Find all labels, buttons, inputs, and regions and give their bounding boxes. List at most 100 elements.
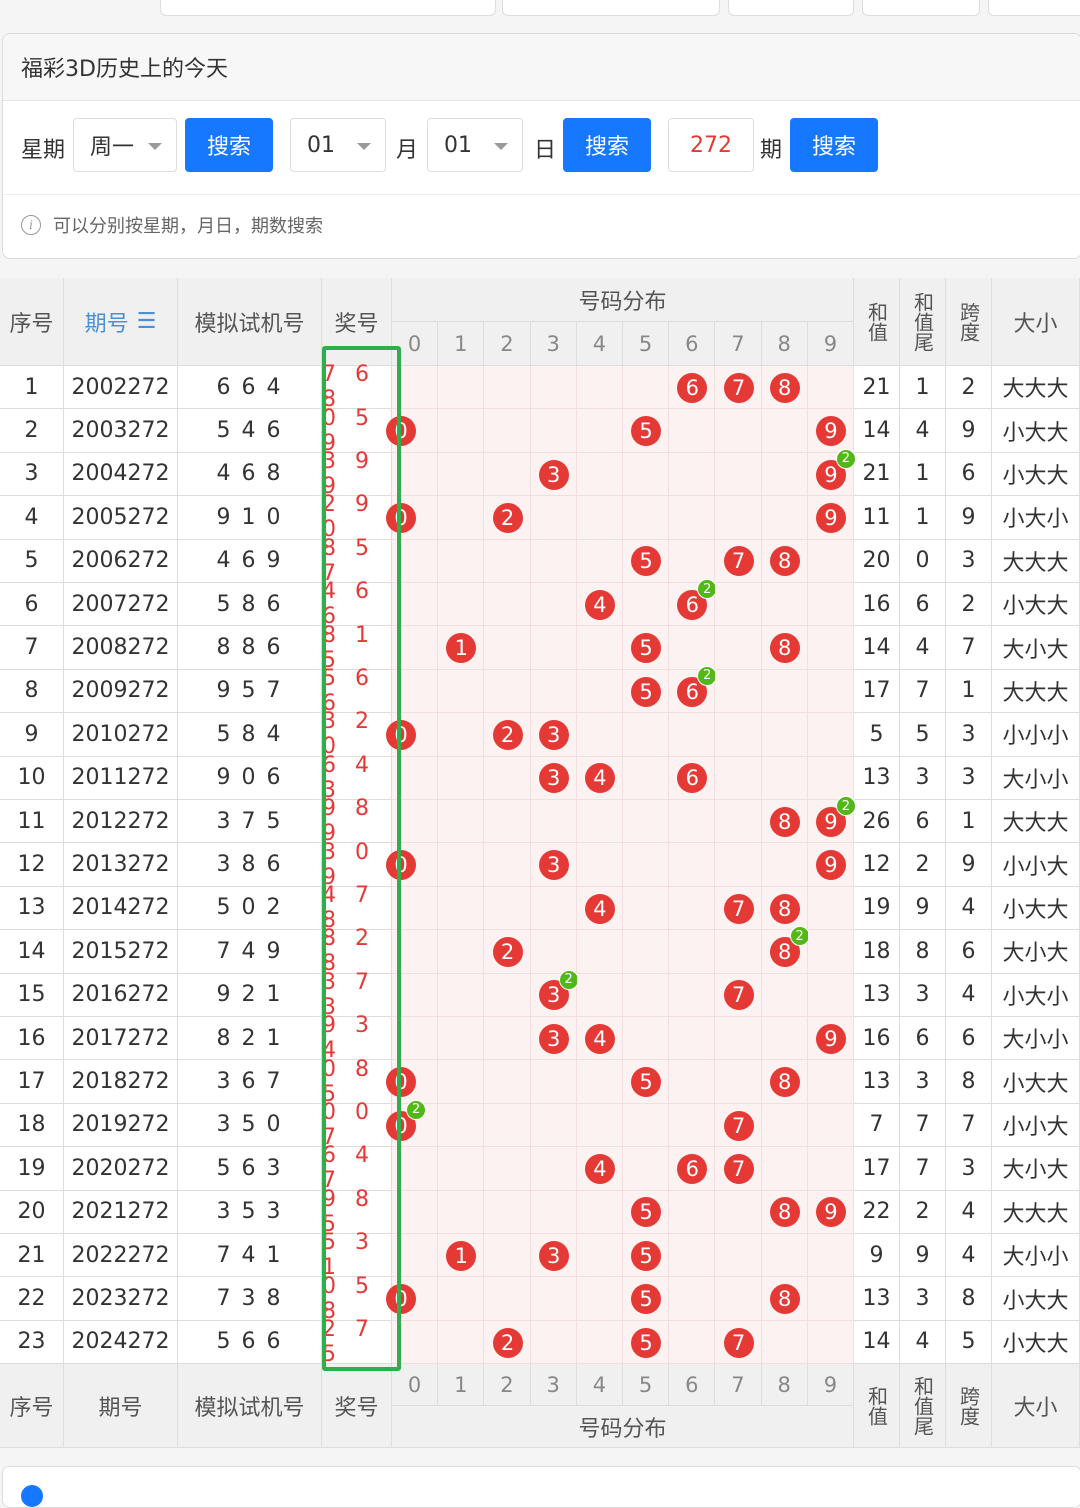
header-sum_tail: 和值尾 (900, 278, 946, 366)
header-digit-6: 6 (669, 322, 716, 366)
row-issue: 2015272 (64, 930, 178, 974)
row-prize: 9 8 9 (322, 796, 392, 846)
footer-digit-8: 8 (761, 1364, 808, 1407)
dist-cell (392, 756, 439, 800)
footer-prize: 奖号 (322, 1364, 392, 1448)
footer-index[interactable]: 序号 (0, 1364, 64, 1448)
dist-cell (761, 583, 808, 627)
dist-cell (623, 1103, 670, 1148)
dist-cell (530, 669, 577, 714)
divider (3, 194, 1080, 195)
date-search-button[interactable]: 搜索 (563, 118, 651, 172)
row-issue: 2024272 (64, 1320, 178, 1365)
header-index[interactable]: 序号 (0, 278, 64, 366)
header-issue[interactable]: 期号 ☰ (64, 278, 178, 366)
number-ball: 4 (584, 1153, 615, 1184)
row-index: 22 (0, 1277, 64, 1321)
number-ball: 5 (631, 416, 662, 447)
number-ball: 2 (492, 502, 523, 533)
chevron-down-icon (148, 143, 162, 150)
dist-cell (484, 1017, 531, 1061)
repeat-count-badge: 2 (835, 448, 856, 469)
dist-cell (576, 1103, 623, 1148)
row-size: 大大大 (992, 366, 1080, 410)
dist-cell (669, 1103, 716, 1148)
dist-cell (715, 1234, 762, 1278)
row-sum-tail: 9 (900, 886, 946, 931)
dist-cell (715, 1017, 762, 1061)
dist-cell (392, 800, 439, 844)
header-sim: 模拟试机号 (178, 278, 322, 366)
row-prize: 5 6 6 (322, 666, 392, 716)
top-tab[interactable] (988, 0, 1080, 16)
footer-digit-4: 4 (576, 1364, 623, 1407)
dist-cell (623, 756, 670, 800)
row-span: 6 (946, 930, 992, 974)
footer-issue[interactable]: 期号 (64, 1364, 178, 1448)
dist-cell (484, 1234, 531, 1278)
row-span: 1 (946, 800, 992, 844)
row-sim: 3 6 7 (178, 1060, 322, 1104)
dist-cell (438, 1147, 485, 1191)
top-tab[interactable] (862, 0, 980, 16)
row-sum-tail: 6 (900, 583, 946, 627)
number-ball: 4 (584, 1023, 615, 1054)
dist-cell (530, 1277, 577, 1321)
sort-icon[interactable]: ☰ (137, 309, 157, 334)
number-ball: 6 (677, 372, 708, 403)
issue-input[interactable]: 272 (668, 118, 754, 172)
dist-cell (761, 1320, 808, 1365)
weekday-select[interactable]: 周一 (73, 118, 177, 172)
dist-cell (761, 713, 808, 757)
panel-title: 福彩3D历史上的今天 (3, 34, 1080, 101)
row-issue: 2020272 (64, 1147, 178, 1191)
row-sum: 18 (854, 930, 900, 974)
footer-size: 大小 (992, 1364, 1080, 1448)
weekday-search-button[interactable]: 搜索 (185, 118, 273, 172)
dist-cell (530, 886, 577, 931)
row-span: 9 (946, 409, 992, 453)
row-sum: 11 (854, 496, 900, 540)
dist-cell (438, 756, 485, 800)
row-prize: 3 2 0 (322, 709, 392, 759)
row-index: 8 (0, 669, 64, 714)
row-index: 20 (0, 1190, 64, 1234)
row-sum: 5 (854, 713, 900, 757)
number-ball: 9 (815, 416, 846, 447)
row-sum: 20 (854, 539, 900, 583)
number-ball: 8 (769, 633, 800, 664)
dist-cell (715, 800, 762, 844)
row-sim: 7 4 1 (178, 1234, 322, 1278)
dist-cell (669, 973, 716, 1017)
row-issue: 2014272 (64, 886, 178, 931)
row-index: 14 (0, 930, 64, 974)
row-sum: 16 (854, 583, 900, 627)
number-ball: 4 (584, 763, 615, 794)
top-tab[interactable] (502, 0, 720, 16)
dist-cell (484, 756, 531, 800)
row-issue: 2006272 (64, 539, 178, 583)
dist-cell (807, 756, 854, 800)
row-issue: 2007272 (64, 583, 178, 627)
row-size: 大大大 (992, 800, 1080, 844)
row-index: 18 (0, 1103, 64, 1148)
row-index: 7 (0, 626, 64, 670)
row-sum-tail: 7 (900, 1147, 946, 1191)
dist-cell (438, 1060, 485, 1104)
row-size: 大小大 (992, 626, 1080, 670)
top-tab[interactable] (728, 0, 854, 16)
row-issue: 2018272 (64, 1060, 178, 1104)
top-tab[interactable] (160, 0, 496, 16)
row-prize: 6 4 7 (322, 1143, 392, 1193)
issue-search-button[interactable]: 搜索 (790, 118, 878, 172)
row-sum-tail: 1 (900, 366, 946, 410)
row-issue: 2021272 (64, 1190, 178, 1234)
day-select[interactable]: 01 (427, 118, 523, 172)
footer-digit-1: 1 (438, 1364, 485, 1407)
month-select[interactable]: 01 (290, 118, 386, 172)
header-sum: 和值 (854, 278, 900, 366)
weekday-value: 周一 (90, 135, 135, 160)
footer-digit-0: 0 (392, 1364, 439, 1407)
row-size: 小大大 (992, 886, 1080, 931)
dist-cell (438, 1320, 485, 1365)
